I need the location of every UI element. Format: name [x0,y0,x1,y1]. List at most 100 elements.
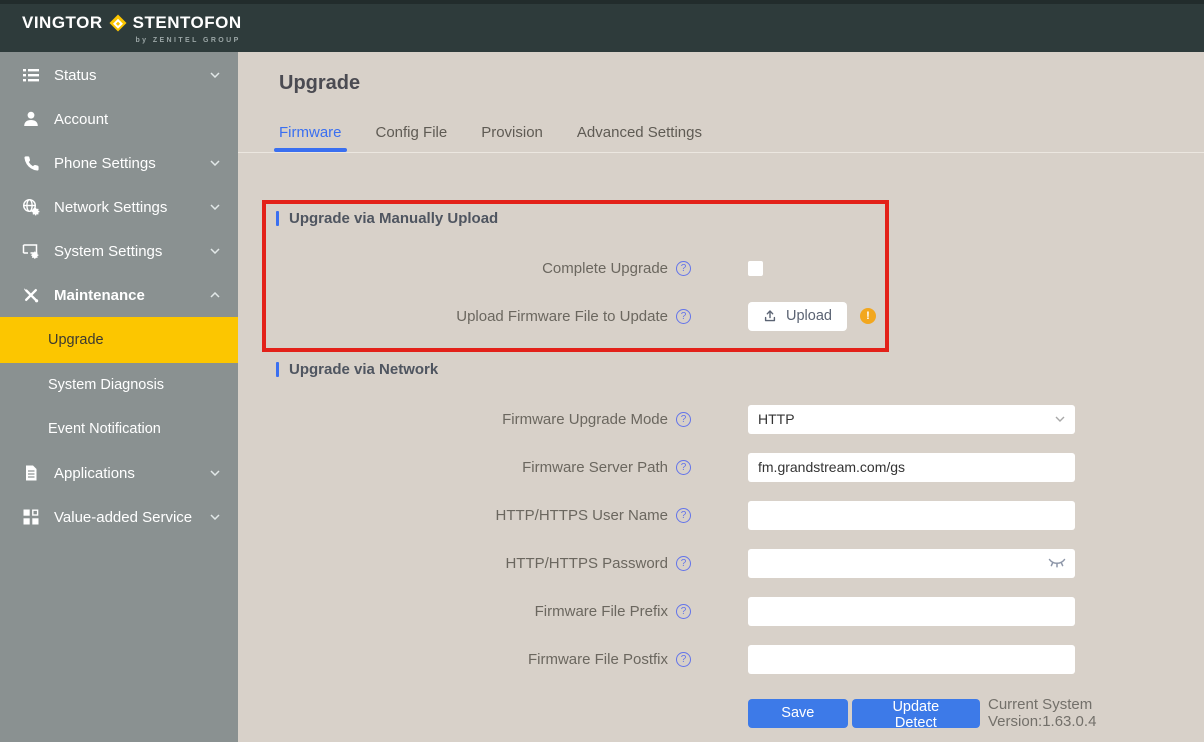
chevron-down-icon [210,204,220,210]
manual-upload-rows: Complete Upgrade ? Upload Firmware File … [238,244,1204,340]
brand-name-right: STENTOFON [132,13,242,32]
firmware-file-prefix-row: Firmware File Prefix ? [238,587,1204,635]
firmware-server-path-input[interactable] [748,452,1075,482]
section-title: Upgrade via Manually Upload [289,209,499,227]
chevron-down-icon [1055,416,1065,422]
firmware-file-prefix-input[interactable] [748,596,1075,626]
sidebar-item-label: Phone Settings [54,154,156,172]
sidebar-subitem-label: Event Notification [48,421,161,437]
http-password-input[interactable] [748,548,1075,578]
firmware-file-prefix-label: Firmware File Prefix [534,602,668,620]
brand-logo: VINGTOR STENTOFON by ZENITEL GROUP [22,11,242,44]
section-accent-bar [276,361,279,377]
current-system-version: Current System Version:1.63.0.4 [988,696,1097,730]
help-icon[interactable]: ? [676,555,691,571]
help-icon[interactable]: ? [676,507,691,523]
tab-provision[interactable]: Provision [479,124,545,152]
chevron-down-icon [210,470,220,476]
network-globe-gear-icon [22,198,40,216]
main-content: Upgrade Firmware Config File Provision A… [238,52,1204,742]
warning-icon: ! [859,308,876,324]
firmware-upgrade-mode-select[interactable]: HTTP [748,404,1075,434]
status-list-icon [22,66,40,84]
complete-upgrade-row: Complete Upgrade ? [238,244,1204,292]
sidebar-subitem-system-diagnosis[interactable]: System Diagnosis [0,363,238,407]
chevron-down-icon [210,248,220,254]
help-icon[interactable]: ? [676,411,691,427]
section-network-header: Upgrade via Network [276,361,1204,378]
http-password-row: HTTP/HTTPS Password ? [238,539,1204,587]
chevron-down-icon [210,514,220,520]
firmware-file-postfix-input[interactable] [748,644,1075,674]
sidebar-item-label: Status [54,66,97,84]
tab-divider [238,152,1204,153]
sidebar-item-label: Applications [54,464,135,482]
sidebar-subitem-event-notification[interactable]: Event Notification [0,407,238,451]
help-icon[interactable]: ? [676,459,691,475]
sidebar-item-account[interactable]: Account [0,97,238,141]
footer-actions: Save Update Detect Current System Versio… [748,689,1204,737]
http-username-row: HTTP/HTTPS User Name ? [238,491,1204,539]
sidebar-item-label: Value-added Service [54,508,193,526]
help-icon[interactable]: ? [676,308,691,324]
help-icon[interactable]: ? [676,260,691,276]
tab-firmware[interactable]: Firmware [274,124,346,152]
sidebar-item-label: Maintenance [54,286,145,304]
complete-upgrade-label: Complete Upgrade [542,259,668,277]
page-title: Upgrade [279,72,361,94]
chevron-down-icon [210,160,220,166]
tab-advanced-settings[interactable]: Advanced Settings [575,124,704,152]
network-rows: Firmware Upgrade Mode ? HTTP Firmware Se… [238,395,1204,683]
upload-firmware-row: Upload Firmware File to Update ? Upload … [238,292,1204,340]
sidebar-item-maintenance[interactable]: Maintenance [0,273,238,317]
upload-button-label: Upload [786,308,832,324]
value-added-grid-icon [22,508,40,526]
sidebar-item-label: Network Settings [54,198,168,216]
firmware-server-path-row: Firmware Server Path ? [238,443,1204,491]
sidebar-item-network-settings[interactable]: Network Settings [0,185,238,229]
tab-bar: Firmware Config File Provision Advanced … [274,124,1204,152]
section-manual-upload-header: Upgrade via Manually Upload [276,209,1204,227]
sidebar-item-value-added-service[interactable]: Value-added Service [0,495,238,539]
complete-upgrade-checkbox[interactable] [748,260,763,276]
upload-button[interactable]: Upload [748,301,847,331]
section-accent-bar [276,210,279,226]
upload-firmware-label: Upload Firmware File to Update [456,307,668,325]
sidebar-item-label: System Settings [54,242,163,260]
account-user-icon [22,110,40,128]
password-visibility-toggle-icon[interactable] [1048,558,1066,569]
http-username-input[interactable] [748,500,1075,530]
applications-document-icon [22,464,40,482]
sidebar-item-label: Account [54,110,109,128]
http-password-label: HTTP/HTTPS Password [505,554,668,572]
maintenance-tools-icon [22,286,40,304]
sidebar-subitem-label: Upgrade [48,332,104,348]
sidebar-item-applications[interactable]: Applications [0,451,238,495]
chevron-down-icon [210,72,220,78]
sidebar-item-status[interactable]: Status [0,53,238,97]
firmware-file-postfix-row: Firmware File Postfix ? [238,635,1204,683]
system-monitor-gear-icon [22,242,40,260]
http-username-label: HTTP/HTTPS User Name [495,506,668,524]
sidebar-item-system-settings[interactable]: System Settings [0,229,238,273]
sidebar-subitem-label: System Diagnosis [48,377,165,393]
top-bar: VINGTOR STENTOFON by ZENITEL GROUP [0,0,1204,52]
app-window: VINGTOR STENTOFON by ZENITEL GROUP Statu… [0,0,1204,742]
upload-icon [764,310,776,322]
sidebar: Status Account Phone Settings Network Se… [0,52,238,742]
tab-config-file[interactable]: Config File [374,124,450,152]
firmware-file-postfix-label: Firmware File Postfix [527,650,668,668]
chevron-up-icon [210,292,220,298]
firmware-upgrade-mode-row: Firmware Upgrade Mode ? HTTP [238,395,1204,443]
firmware-upgrade-mode-value: HTTP [758,411,795,427]
brand-tagline: by ZENITEL GROUP [135,37,241,44]
sidebar-subitem-upgrade[interactable]: Upgrade [0,317,238,363]
save-button[interactable]: Save [748,698,848,728]
help-icon[interactable]: ? [676,603,691,619]
brand-name-left: VINGTOR [22,13,103,32]
update-detect-button[interactable]: Update Detect [851,698,980,731]
phone-icon [22,154,40,172]
sidebar-item-phone-settings[interactable]: Phone Settings [0,141,238,185]
help-icon[interactable]: ? [676,651,691,667]
brand-diamond-icon [109,14,127,32]
